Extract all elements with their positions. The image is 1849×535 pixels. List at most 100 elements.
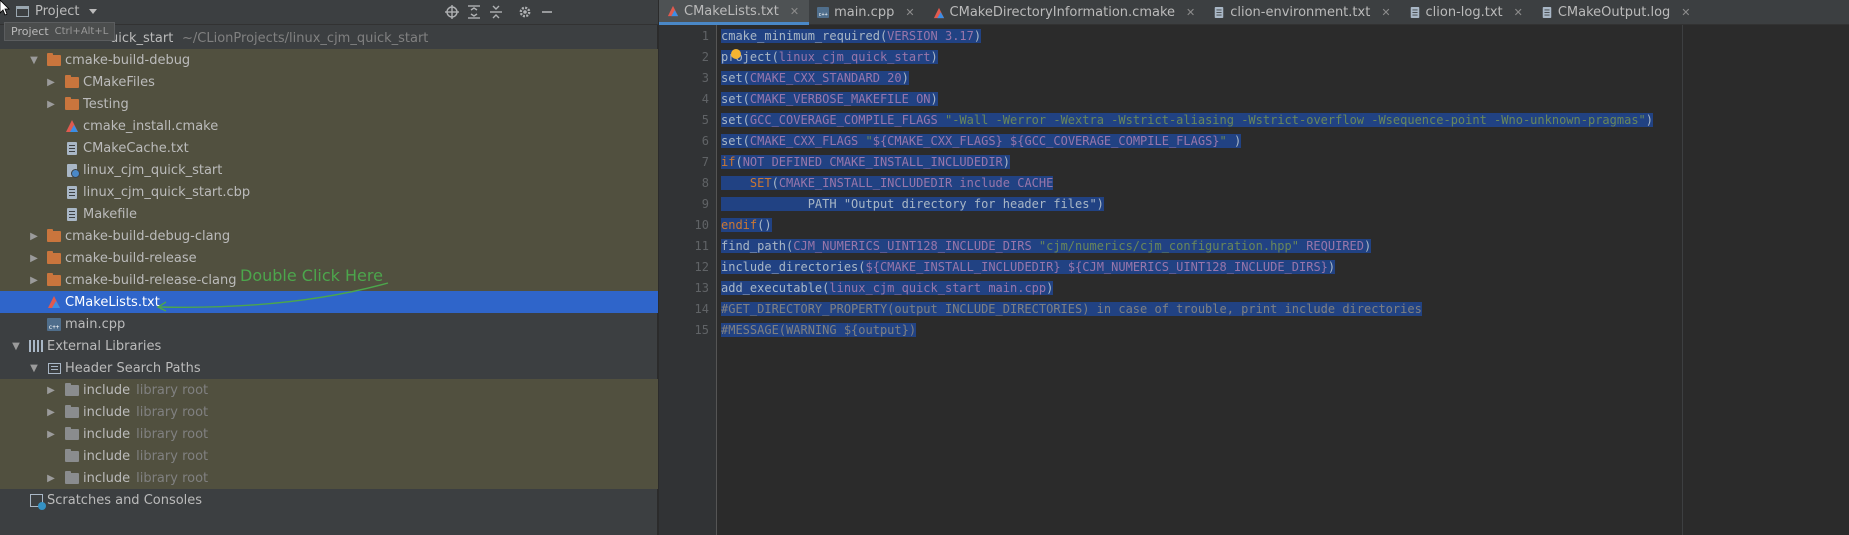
tab-clion-environment[interactable]: clion-environment.txt ✕ (1205, 0, 1400, 25)
close-icon[interactable]: ✕ (905, 6, 914, 19)
code-line[interactable]: set(CMAKE_CXX_STANDARD 20) (721, 68, 909, 89)
intention-bulb-icon[interactable] (731, 49, 741, 59)
code-line[interactable]: #GET_DIRECTORY_PROPERTY(output INCLUDE_D… (721, 299, 1422, 320)
close-icon[interactable]: ✕ (790, 5, 799, 18)
tree-item-label: cmake-build-release (65, 250, 197, 266)
chevron-down-icon[interactable]: ▼ (10, 340, 22, 352)
tree-item-label: Testing (83, 96, 129, 112)
chevron-down-icon (89, 9, 98, 14)
code-line[interactable]: include_directories(${CMAKE_INSTALL_INCL… (721, 257, 1336, 278)
folder-icon (64, 382, 80, 397)
line-number: 13 (694, 281, 709, 295)
chevron-right-icon[interactable]: ▶ (28, 230, 40, 242)
locate-file-button[interactable] (443, 3, 461, 21)
collapse-all-icon (490, 5, 502, 19)
line-number: 8 (701, 176, 709, 190)
tree-item-testing[interactable]: ▶ Testing (0, 93, 658, 115)
tooltip: Project Ctrl+Alt+L (4, 22, 116, 41)
close-icon[interactable]: ✕ (1186, 6, 1195, 19)
tree-item-include[interactable]: ▶ include library root (0, 423, 658, 445)
library-icon (28, 339, 44, 353)
code-line[interactable]: if(NOT DEFINED CMAKE_INSTALL_INCLUDEDIR) (721, 152, 1011, 173)
hide-panel-button[interactable] (538, 3, 556, 21)
folder-icon (46, 272, 62, 287)
tree-item-include[interactable]: include library root (0, 445, 658, 467)
tree-item-label: main.cpp (65, 316, 126, 332)
tree-item-cmake-build-debug-clang[interactable]: ▶ cmake-build-debug-clang (0, 225, 658, 247)
gear-icon (519, 6, 531, 18)
tree-item-label: linux_cjm_quick_start (83, 162, 223, 178)
line-number: 12 (694, 260, 709, 274)
code-line[interactable]: set(CMAKE_CXX_FLAGS "${CMAKE_CXX_FLAGS} … (721, 131, 1242, 152)
tree-item-include[interactable]: ▶ include library root (0, 379, 658, 401)
chevron-right-icon[interactable]: ▶ (45, 428, 57, 440)
tree-item-scratches[interactable]: Scratches and Consoles (0, 489, 658, 511)
project-view-title: Project (35, 4, 80, 19)
code-line[interactable]: set(GCC_COVERAGE_COMPILE_FLAGS "-Wall -W… (721, 110, 1654, 131)
tab-label: CMakeDirectoryInformation.cmake (949, 5, 1176, 20)
collapse-all-button[interactable] (487, 3, 505, 21)
chevron-right-icon[interactable]: ▶ (45, 406, 57, 418)
tab-cmake-output-log[interactable]: CMakeOutput.log ✕ (1533, 0, 1701, 25)
chevron-right-icon[interactable]: ▶ (45, 472, 57, 484)
chevron-down-icon[interactable]: ▼ (28, 362, 40, 374)
tree-item-header-search-paths[interactable]: ▼ Header Search Paths (0, 357, 658, 379)
tree-item-label: CMakeLists.txt (65, 294, 160, 310)
chevron-right-icon[interactable]: ▶ (45, 98, 57, 110)
chevron-right-icon[interactable]: ▶ (45, 384, 57, 396)
code-line[interactable]: find_path(CJM_NUMERICS_UINT128_INCLUDE_D… (721, 236, 1372, 257)
line-number: 4 (701, 92, 709, 106)
tree-item-label: Header Search Paths (65, 360, 201, 376)
code-line[interactable]: set(CMAKE_VERBOSE_MAKEFILE ON) (721, 89, 938, 110)
code-line[interactable]: endif() (721, 215, 772, 236)
tab-clion-log[interactable]: clion-log.txt ✕ (1401, 0, 1533, 25)
minimize-icon (542, 11, 552, 13)
code-line[interactable]: project(linux_cjm_quick_start) (721, 47, 938, 68)
code-line[interactable]: PATH "Output directory for header files"… (721, 194, 1104, 215)
close-icon[interactable]: ✕ (1514, 6, 1523, 19)
tab-label: CMakeLists.txt (684, 3, 779, 19)
chevron-right-icon[interactable]: ▶ (45, 76, 57, 88)
code-line[interactable]: cmake_minimum_required(VERSION 3.17) (721, 26, 982, 47)
folder-icon (46, 52, 62, 67)
tree-item-include[interactable]: ▶ include library root (0, 467, 658, 489)
text-file-icon (1409, 6, 1421, 19)
tree-item-include[interactable]: ▶ include library root (0, 401, 658, 423)
tree-item-makefile[interactable]: Makefile (0, 203, 658, 225)
close-icon[interactable]: ✕ (1381, 6, 1390, 19)
tree-item-cmake-build-debug[interactable]: ▼ cmake-build-debug (0, 49, 658, 71)
tab-cmakelists[interactable]: CMakeLists.txt ✕ (659, 0, 810, 25)
tree-item-main-cpp[interactable]: c++ main.cpp (0, 313, 658, 335)
expand-all-icon (468, 5, 480, 19)
executable-icon (64, 163, 80, 178)
line-number: 11 (694, 239, 709, 253)
line-number: 2 (701, 50, 709, 64)
folder-icon (64, 96, 80, 111)
line-number: 14 (694, 302, 709, 316)
line-number: 7 (701, 155, 709, 169)
tree-item-label: CMakeFiles (83, 74, 155, 90)
folder-icon (46, 228, 62, 243)
expand-all-button[interactable] (465, 3, 483, 21)
tree-item-label: cmake-build-debug-clang (65, 228, 231, 244)
tab-label: clion-log.txt (1425, 5, 1503, 20)
close-icon[interactable]: ✕ (1681, 6, 1690, 19)
code-line[interactable]: add_executable(linux_cjm_quick_start mai… (721, 278, 1054, 299)
code-line[interactable]: SET(CMAKE_INSTALL_INCLUDEDIR include CAC… (721, 173, 1054, 194)
chevron-down-icon[interactable]: ▼ (28, 54, 40, 66)
tree-item-cbp[interactable]: linux_cjm_quick_start.cbp (0, 181, 658, 203)
tab-label: clion-environment.txt (1230, 5, 1371, 20)
project-view-selector[interactable]: Project (16, 4, 98, 19)
tree-item-cmakecache[interactable]: CMakeCache.txt (0, 137, 658, 159)
chevron-right-icon[interactable]: ▶ (28, 274, 40, 286)
tree-item-external-libraries[interactable]: ▼ External Libraries (0, 335, 658, 357)
annotation-arrow (156, 282, 389, 312)
tree-item-cmake-install[interactable]: cmake_install.cmake (0, 115, 658, 137)
tab-cmake-directory-information[interactable]: CMakeDirectoryInformation.cmake ✕ (925, 0, 1206, 25)
settings-button[interactable] (516, 3, 534, 21)
tree-item-executable[interactable]: linux_cjm_quick_start (0, 159, 658, 181)
tree-item-cmakefiles[interactable]: ▶ CMakeFiles (0, 71, 658, 93)
code-line[interactable]: #MESSAGE(WARNING ${output}) (721, 320, 917, 341)
tab-main-cpp[interactable]: c++ main.cpp ✕ (809, 0, 924, 25)
chevron-right-icon[interactable]: ▶ (28, 252, 40, 264)
